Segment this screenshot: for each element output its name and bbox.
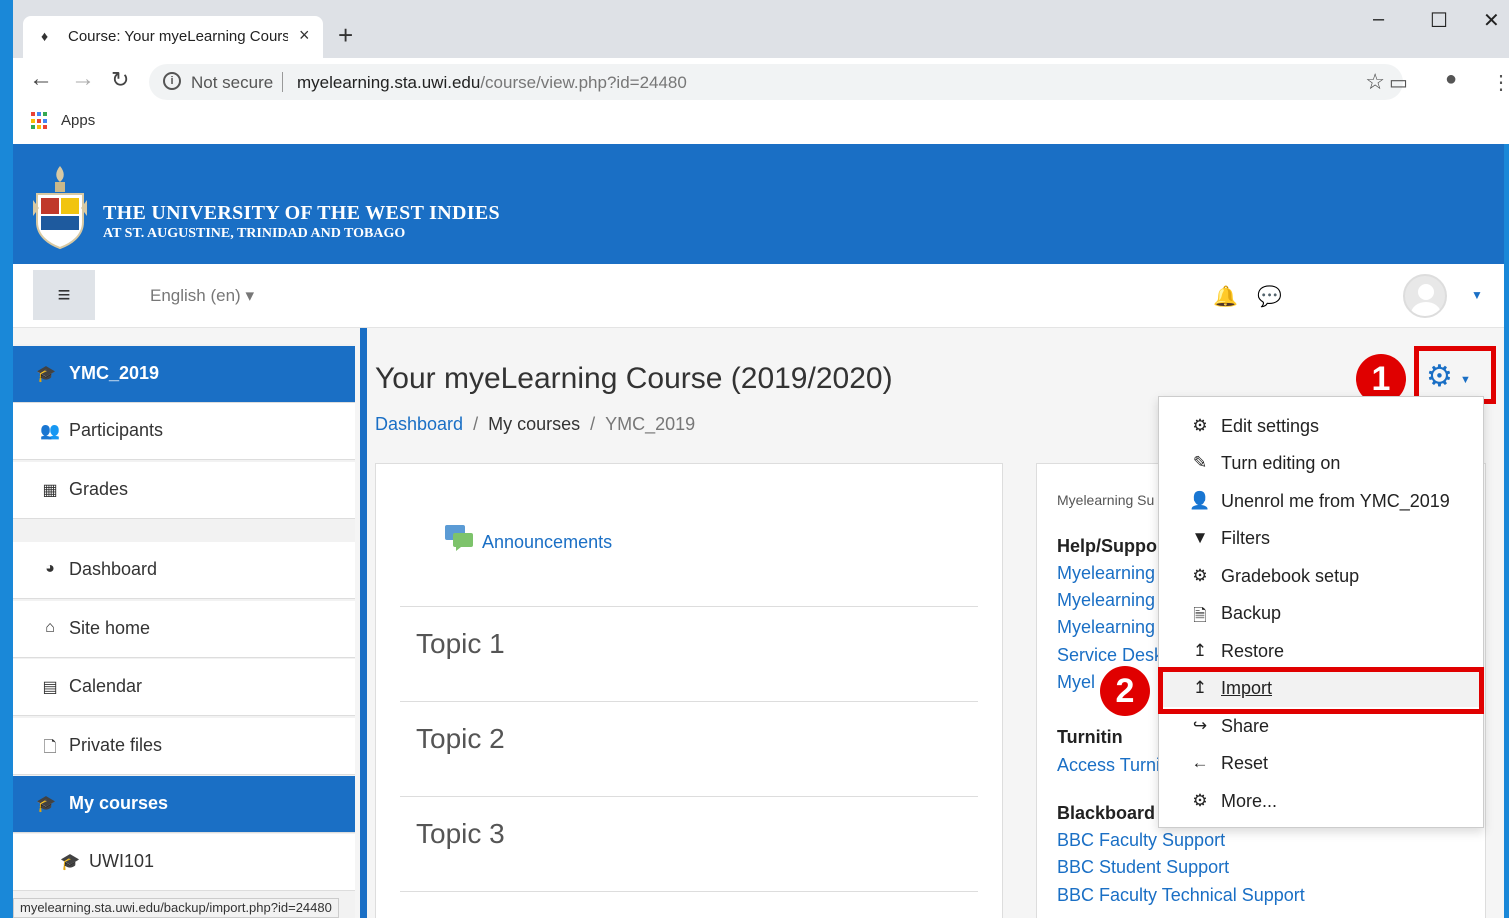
upload-icon: ↥ — [1192, 641, 1208, 660]
menu-item-restore[interactable]: ↥ Restore — [1159, 633, 1485, 670]
address-bar[interactable]: i Not secure myelearning.sta.uwi.edu/cou… — [149, 64, 1403, 100]
breadcrumb-separator: / — [473, 414, 479, 434]
highlight-box-step2 — [1158, 667, 1484, 714]
forum-icon — [445, 525, 473, 551]
block-title: Myelearning Su — [1057, 492, 1155, 508]
menu-item-unenrol[interactable]: 👤 Unenrol me from YMC_2019 — [1159, 483, 1485, 520]
section-divider — [400, 891, 978, 892]
new-tab-icon[interactable]: + — [338, 22, 353, 48]
menu-item-filters[interactable]: ▼ Filters — [1159, 520, 1485, 557]
help-link[interactable]: Myel — [1057, 672, 1095, 693]
browser-tab[interactable]: ♦ Course: Your myeLearning Course × — [23, 16, 323, 58]
turnitin-link[interactable]: Access Turni — [1057, 755, 1160, 776]
calendar-icon: ▤ — [42, 679, 58, 696]
browser-toolbar: ← → ↻ i Not secure myelearning.sta.uwi.e… — [13, 58, 1509, 106]
sidebar-item-site-home[interactable]: ⌂ Site home — [13, 601, 355, 658]
help-link[interactable]: Myelearning — [1057, 617, 1155, 638]
menu-item-more[interactable]: ⚙ More... — [1159, 783, 1485, 820]
step-badge-2: 2 — [1100, 666, 1150, 716]
graduation-cap-icon: 🎓 — [36, 366, 56, 383]
sidebar-item-course[interactable]: 🎓 YMC_2019 — [13, 346, 355, 403]
file-icon: 🗋 — [43, 739, 57, 756]
bookmark-star-icon[interactable]: ☆ — [1365, 69, 1385, 95]
close-tab-icon[interactable]: × — [299, 25, 310, 46]
section-divider — [400, 606, 978, 607]
info-icon[interactable]: i — [163, 72, 181, 90]
topic-heading: Topic 3 — [416, 818, 505, 849]
drawer-scroll-edge — [360, 328, 367, 918]
block-heading-turnitin: Turnitin — [1057, 727, 1123, 747]
breadcrumb-my-courses[interactable]: My courses — [488, 414, 580, 434]
sidebar-item-grades[interactable]: ▦ Grades — [13, 462, 355, 519]
sidebar-item-private-files[interactable]: 🗋 Private files — [13, 718, 355, 775]
share-icon: ↪ — [1192, 716, 1208, 735]
sidebar-item-uwi101[interactable]: 🎓 UWI101 — [13, 834, 355, 891]
maximize-icon[interactable]: ☐ — [1430, 8, 1448, 33]
back-icon[interactable]: ← — [29, 67, 53, 91]
cast-icon[interactable]: ▭ — [1389, 70, 1408, 95]
blackboard-link[interactable]: BBC Student Support — [1057, 857, 1229, 878]
not-secure-label: Not secure — [191, 73, 274, 92]
pencil-icon: ✎ — [1192, 453, 1208, 472]
gear-icon: ⚙ — [1192, 416, 1208, 435]
profile-icon[interactable]: ● — [1445, 68, 1457, 91]
menu-item-turn-editing-on[interactable]: ✎ Turn editing on — [1159, 445, 1485, 482]
user-icon: 👤 — [1189, 491, 1211, 510]
breadcrumb: Dashboard / My courses / YMC_2019 — [375, 414, 695, 435]
arrow-left-icon: ← — [1191, 753, 1209, 772]
section-divider — [400, 701, 978, 702]
help-link[interactable]: Myelearning — [1057, 563, 1155, 584]
forward-icon[interactable]: → — [71, 67, 95, 91]
tab-title: Course: Your myeLearning Course — [68, 28, 288, 45]
sidebar-item-calendar[interactable]: ▤ Calendar — [13, 659, 355, 716]
favicon-icon: ♦ — [41, 28, 49, 44]
address-divider — [282, 72, 283, 92]
menu-item-reset[interactable]: ← Reset — [1159, 745, 1485, 782]
dashboard-icon: ◕ — [45, 560, 55, 577]
address-url: myelearning.sta.uwi.edu/course/view.php?… — [297, 73, 687, 92]
bookmarks-bar: Apps — [13, 106, 1509, 144]
sidebar-item-my-courses[interactable]: 🎓 My courses — [13, 776, 355, 833]
home-icon: ⌂ — [45, 619, 55, 636]
help-link[interactable]: Myelearning — [1057, 590, 1155, 611]
graduation-cap-icon: 🎓 — [36, 796, 56, 813]
help-link[interactable]: Service Desk — [1057, 645, 1163, 666]
blackboard-link[interactable]: BBC Faculty Support — [1057, 830, 1225, 851]
reload-icon[interactable]: ↻ — [111, 69, 129, 91]
topic-heading: Topic 1 — [416, 628, 505, 659]
menu-item-gradebook-setup[interactable]: ⚙ Gradebook setup — [1159, 558, 1485, 595]
course-actions-menu: ⚙ Edit settings ✎ Turn editing on 👤 Unen… — [1158, 396, 1485, 828]
filter-icon: ▼ — [1191, 528, 1209, 547]
gear-icon: ⚙ — [1192, 791, 1208, 810]
users-icon: 👥 — [40, 423, 60, 440]
browser-window: ♦ Course: Your myeLearning Course × + – … — [13, 0, 1509, 144]
graduation-cap-icon: 🎓 — [60, 854, 80, 871]
block-heading-blackboard: Blackboard — [1057, 803, 1156, 823]
minimize-icon[interactable]: – — [1373, 8, 1384, 31]
table-icon: ▦ — [42, 482, 58, 499]
backup-file-icon: 🗎 — [1193, 606, 1207, 625]
sidebar-item-dashboard[interactable]: ◕ Dashboard — [13, 542, 355, 599]
announcements-link[interactable]: Announcements — [482, 532, 612, 553]
blackboard-link[interactable]: BBC Faculty Technical Support — [1057, 885, 1305, 906]
breadcrumb-current: YMC_2019 — [605, 414, 696, 434]
breadcrumb-separator: / — [590, 414, 596, 434]
course-sections-card: Announcements Topic 1 Topic 2 Topic 3 — [375, 463, 1003, 918]
menu-kebab-icon[interactable]: ⋮ — [1491, 70, 1509, 95]
link-status-bar: myelearning.sta.uwi.edu/backup/import.ph… — [13, 898, 339, 918]
breadcrumb-dashboard[interactable]: Dashboard — [375, 414, 463, 434]
menu-item-edit-settings[interactable]: ⚙ Edit settings — [1159, 408, 1485, 445]
apps-grid-icon[interactable] — [31, 112, 49, 130]
menu-item-backup[interactable]: 🗎 Backup — [1159, 595, 1485, 632]
gear-icon: ⚙ — [1192, 566, 1208, 585]
section-divider — [400, 796, 978, 797]
tab-strip: ♦ Course: Your myeLearning Course × + – … — [13, 0, 1509, 58]
sidebar-item-participants[interactable]: 👥 Participants — [13, 403, 355, 460]
apps-bookmark[interactable]: Apps — [61, 112, 95, 129]
topic-heading: Topic 2 — [416, 723, 505, 754]
page-title: Your myeLearning Course (2019/2020) — [375, 362, 893, 395]
close-window-icon[interactable]: ✕ — [1483, 8, 1500, 33]
block-heading-help: Help/Suppo — [1057, 536, 1157, 556]
